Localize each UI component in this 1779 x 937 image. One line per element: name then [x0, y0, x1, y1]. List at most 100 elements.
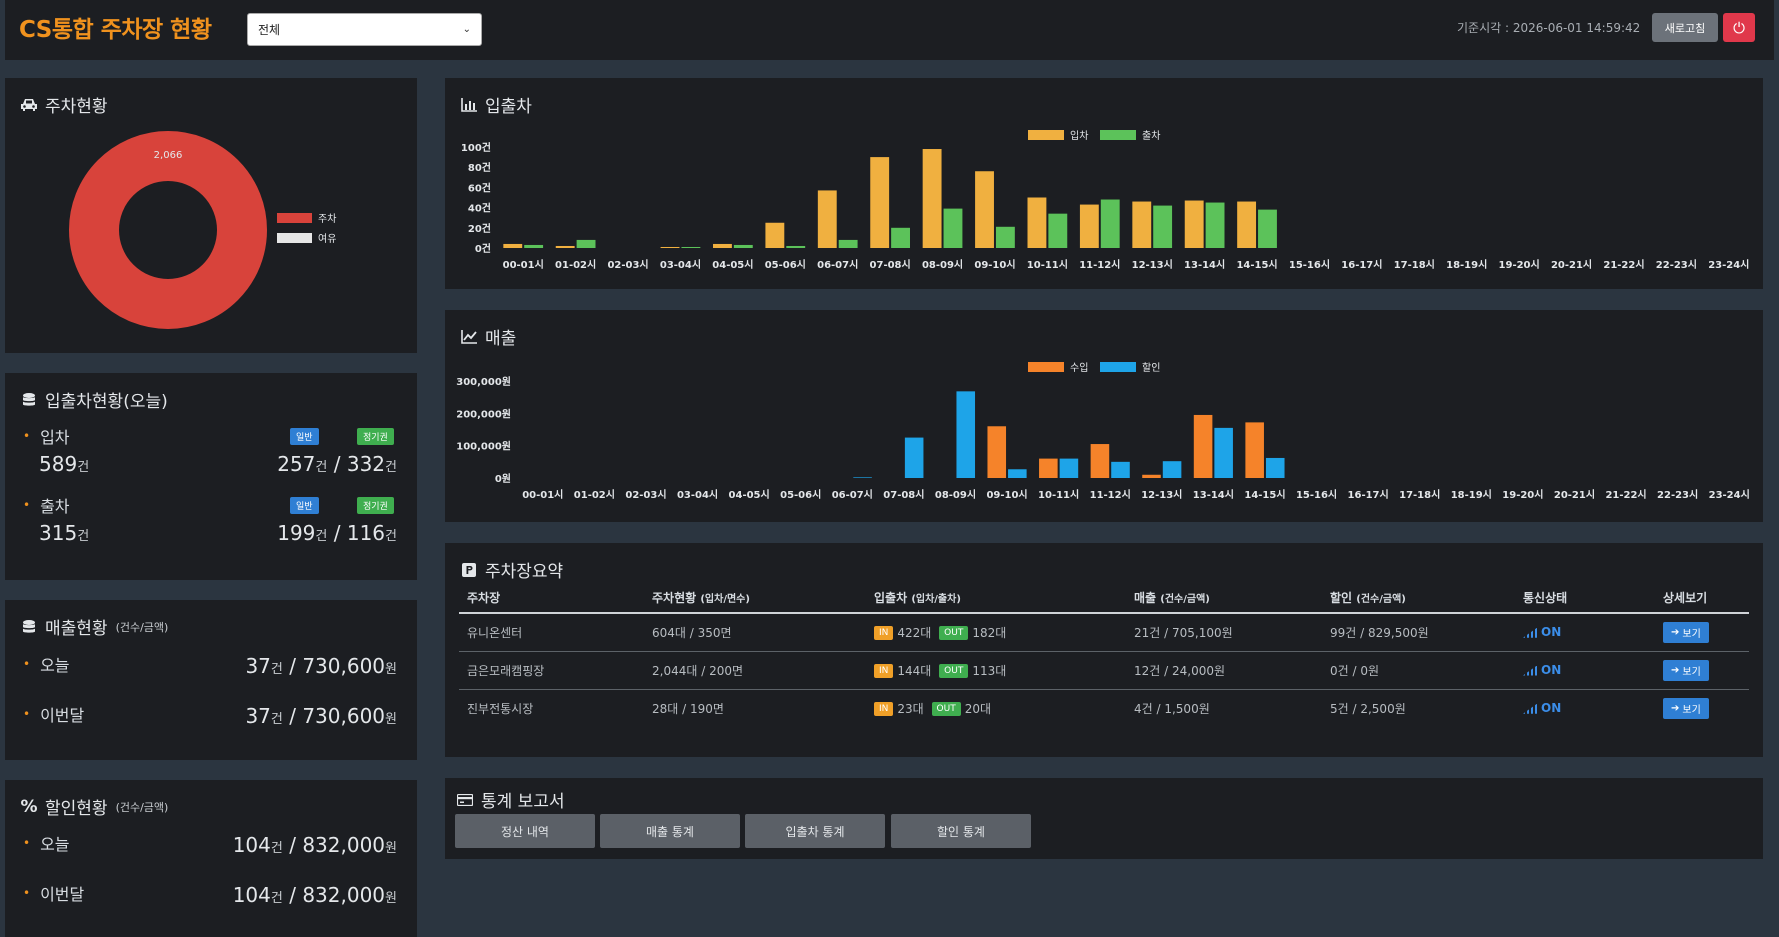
lot-sales: 21건 / 705,100원 [1126, 613, 1322, 652]
bar-입차-10-11시 [1027, 197, 1047, 248]
sales-month-value: 37건 / 730,600원 [245, 704, 397, 728]
discount-status-title-text: 할인현황 [45, 799, 108, 819]
x-tick-label: 10-11시 [1027, 259, 1068, 271]
arrow-right-icon: ➔ [1671, 664, 1680, 676]
y-tick-label: 40건 [468, 202, 491, 215]
view-detail-button[interactable]: ➔ 보기 [1663, 659, 1709, 681]
y-tick-label: 100,000원 [456, 440, 511, 453]
x-tick-label: 07-08시 [883, 489, 924, 501]
inout-today-title: 입출차현황(오늘) [19, 387, 168, 412]
bar-출차-13-14시 [1205, 202, 1225, 248]
lot-comm: ON [1515, 613, 1655, 652]
sales-today-value: 37건 / 730,600원 [245, 654, 397, 678]
discount-today-value: 104건 / 832,000원 [232, 833, 397, 857]
view-detail-button[interactable]: ➔ 보기 [1663, 697, 1709, 719]
x-tick-label: 18-19시 [1451, 489, 1492, 501]
x-tick-label: 05-06시 [780, 489, 821, 501]
bar-입차-03-04시 [660, 246, 680, 248]
bar-출차-08-09시 [943, 208, 963, 248]
lot-discount: 99건 / 829,500원 [1322, 613, 1515, 652]
settlement-report-button[interactable]: 정산 내역 [455, 814, 595, 848]
bar-출차-12-13시 [1153, 205, 1173, 248]
col-lot: 주차장 [459, 583, 644, 614]
inout-today-panel: 입출차현황(오늘) • 입차 일반 정기권 589건 257건 / 332건 • 출… [5, 373, 417, 580]
entry-label: • 입차 [23, 428, 70, 447]
x-tick-label: 06-07시 [832, 489, 873, 501]
power-icon[interactable]: ⏻ [1723, 13, 1755, 42]
x-tick-label: 16-17시 [1348, 489, 1389, 501]
in-tag: IN [874, 664, 894, 678]
lot-detail: ➔ 보기 [1655, 613, 1749, 652]
database-icon [19, 618, 39, 636]
comm-status: ON [1541, 701, 1562, 716]
bar-출차-09-10시 [995, 226, 1015, 248]
x-tick-label: 16-17시 [1341, 259, 1382, 271]
signal-icon [1523, 665, 1537, 676]
legend-label-1: 출차 [1142, 130, 1160, 142]
legend-label-free: 여유 [318, 233, 336, 245]
bar-할인-13-14시 [1214, 427, 1233, 478]
exit-total: 315건 [39, 521, 90, 545]
reports-panel: 통계 보고서 정산 내역 매출 통계 입출차 통계 할인 통계 [445, 778, 1763, 859]
legend-swatch-occupied [277, 213, 312, 223]
discount-status-title: % 할인현황 (건수/금액) [19, 794, 168, 820]
bar-할인-10-11시 [1059, 458, 1079, 478]
discount-stats-button[interactable]: 할인 통계 [891, 814, 1031, 848]
x-tick-label: 10-11시 [1038, 489, 1079, 501]
discount-status-panel: % 할인현황 (건수/금액) • 오늘 104건 / 832,000원 • 이번달 … [5, 780, 417, 937]
bar-수입-09-10시 [987, 426, 1007, 478]
lot-discount: 5건 / 2,500원 [1330, 701, 1406, 716]
comm-status: ON [1541, 663, 1562, 677]
badge-season: 정기권 [357, 428, 394, 445]
x-tick-label: 21-22시 [1605, 489, 1646, 501]
out-tag: OUT [939, 626, 969, 641]
view-detail-label: 보기 [1682, 704, 1701, 716]
x-tick-label: 15-16시 [1289, 259, 1330, 271]
reports-title: 통계 보고서 [455, 787, 565, 812]
x-tick-label: 03-04시 [660, 259, 701, 271]
summary-title: 주차장요약 [459, 557, 563, 582]
lot-detail: ➔ 보기 [1655, 651, 1749, 690]
out-count: 20대 [964, 701, 992, 716]
in-tag: IN [874, 702, 894, 717]
legend-swatch-0 [1028, 362, 1064, 372]
bar-할인-07-08시 [904, 437, 924, 478]
x-tick-label: 06-07시 [817, 259, 858, 271]
summary-title-text: 주차장요약 [485, 562, 564, 582]
x-tick-label: 12-13시 [1141, 489, 1182, 501]
out-count: 113대 [972, 663, 1007, 678]
refresh-button[interactable]: 새로고침 [1652, 13, 1718, 42]
x-tick-label: 04-05시 [712, 259, 753, 271]
sales-month-label: • 이번달 [23, 706, 85, 725]
comm-status: ON [1541, 625, 1562, 640]
app-title: CS통합 주차장 현황 [19, 17, 212, 43]
entry-total: 589건 [39, 452, 90, 476]
y-tick-label: 200,000원 [456, 407, 511, 420]
legend-label-1: 할인 [1142, 362, 1160, 374]
parking-lot-select[interactable]: 전체 ⌄ [247, 13, 482, 46]
in-count: 144대 [897, 663, 932, 678]
x-tick-label: 18-19시 [1446, 259, 1487, 271]
inout-stats-button[interactable]: 입출차 통계 [745, 814, 885, 848]
y-tick-label: 300,000원 [456, 375, 511, 388]
sales-stats-button[interactable]: 매출 통계 [600, 814, 740, 848]
legend-swatch-1 [1100, 362, 1136, 372]
view-detail-button[interactable]: ➔ 보기 [1663, 621, 1709, 643]
x-tick-label: 22-23시 [1656, 259, 1697, 271]
summary-header-row: 주차장 주차현황 (입차/면수) 입출차 (입차/출차) 매출 (건수/금액) … [459, 583, 1749, 614]
bar-할인-09-10시 [1008, 469, 1027, 478]
y-tick-label: 0원 [495, 472, 511, 485]
x-tick-label: 19-20시 [1502, 489, 1543, 501]
base-time: 기준시각 : 2026-06-01 14:59:42 [1457, 21, 1641, 35]
col-inout: 입출차 (입차/출차) [866, 583, 1126, 614]
col-sales: 매출 (건수/금액) [1126, 583, 1322, 614]
x-tick-label: 08-09시 [935, 489, 976, 501]
inout-chart-panel: 입출차 입차 출차 0건 20건 40건 60건 80건 100건 00-01시 01-02시 02… [445, 78, 1763, 289]
legend-swatch-1 [1100, 130, 1136, 140]
legend-swatch-0 [1028, 130, 1064, 140]
x-tick-label: 13-14시 [1193, 489, 1234, 501]
col-detail: 상세보기 [1655, 583, 1749, 614]
summary-panel: 주차장요약 주차장 주차현황 (입차/면수) 입출차 (입차/출차) 매출 (건… [445, 543, 1763, 757]
bar-수입-12-13시 [1142, 474, 1161, 478]
bar-할인-11-12시 [1111, 461, 1130, 478]
